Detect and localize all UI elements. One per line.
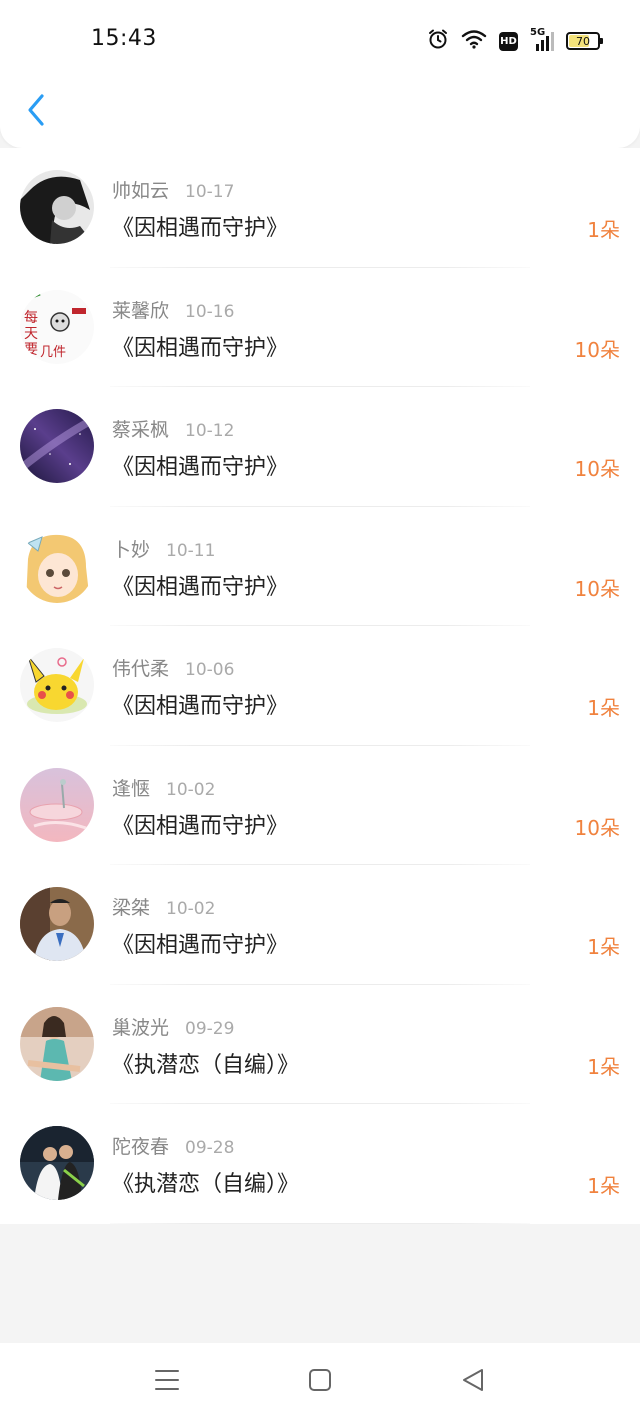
list-item-1[interactable]: 帅如云 10-17 《因相遇而守护》 1朵 (0, 148, 640, 268)
status-icons: HD 5G 70 (427, 27, 603, 54)
list-item-3[interactable]: 蔡采枫 10-12 《因相遇而守护》 10朵 (0, 387, 640, 507)
sender-line: 逢惬 10-02 (112, 774, 215, 801)
sender-line: 巢波光 09-29 (112, 1013, 234, 1040)
flower-count: 10朵 (574, 815, 620, 840)
sender-line: 伟代柔 10-06 (112, 654, 234, 681)
avatar-galaxy[interactable] (20, 409, 94, 483)
divider (110, 1222, 530, 1224)
hd-badge: HD (499, 31, 518, 51)
alarm-icon (427, 28, 449, 54)
sender-name: 伟代柔 (112, 658, 170, 680)
flower-count: 1朵 (587, 935, 620, 959)
flower-count: 10朵 (574, 576, 620, 601)
sender-line: 陀夜春 09-28 (112, 1132, 234, 1159)
sender-name: 卜妙 (112, 538, 151, 561)
sender-line: 梁桀 10-02 (112, 893, 215, 920)
svg-text:几件: 几件 (40, 345, 66, 360)
svg-text:每: 每 (24, 310, 38, 326)
svg-text:要: 要 (24, 342, 38, 358)
chevron-left-icon (26, 93, 46, 131)
sender-name: 梁桀 (112, 897, 151, 919)
work-title[interactable]: 《因相遇而守护》 (112, 927, 288, 959)
sender-line: 莱馨欣 10-16 (112, 296, 234, 323)
flower-count: 10朵 (574, 337, 620, 362)
menu-button[interactable] (152, 1367, 182, 1397)
battery-text: 70 (576, 34, 590, 48)
signal-icon: 5G (530, 27, 554, 52)
gift-list: 帅如云 10-17 《因相遇而守护》 1朵 每天要几件 莱馨欣 10-16 《因相遇… (0, 148, 640, 1224)
sender-line: 卜妙 10-11 (112, 535, 215, 562)
battery-icon: 70 (566, 32, 603, 50)
work-title[interactable]: 《执潜恋（自编）》 (112, 1166, 299, 1198)
sender-name: 莱馨欣 (112, 299, 170, 322)
flower-count: 10朵 (574, 457, 620, 481)
gift-date: 10-02 (166, 779, 216, 800)
flower-count: 1朵 (587, 218, 620, 242)
work-title[interactable]: 《执潜恋（自编）》 (112, 1047, 299, 1079)
avatar-anime-girl[interactable] (20, 528, 94, 603)
home-button[interactable] (305, 1367, 335, 1397)
sender-name: 帅如云 (112, 180, 170, 202)
avatar-woman-photo[interactable] (20, 1006, 94, 1081)
list-item-5[interactable]: 伟代柔 10-06 《因相遇而守护》 1朵 (0, 626, 640, 746)
status-time: 15:43 (91, 26, 157, 51)
list-item-6[interactable]: 逢惬 10-02 《因相遇而守护》 10朵 (0, 746, 640, 865)
wifi-icon (461, 28, 487, 54)
gift-date: 10-02 (166, 899, 216, 919)
flower-count: 1朵 (587, 1054, 620, 1079)
menu-icon (154, 1368, 180, 1396)
work-title[interactable]: 《因相遇而守护》 (112, 449, 288, 481)
sender-line: 蔡采枫 10-12 (112, 415, 234, 442)
avatar-pink-scene[interactable] (20, 767, 94, 842)
avatar-man-photo[interactable] (20, 887, 94, 961)
back-triangle-icon (460, 1367, 486, 1397)
work-title[interactable]: 《因相遇而守护》 (112, 210, 288, 242)
flower-count: 1朵 (587, 1174, 620, 1198)
work-title[interactable]: 《因相遇而守护》 (112, 808, 288, 840)
gift-date: 09-28 (185, 1138, 235, 1158)
avatar-bw-person[interactable] (20, 170, 94, 244)
list-item-7[interactable]: 梁桀 10-02 《因相遇而守护》 1朵 (0, 865, 640, 985)
home-square-icon (307, 1367, 333, 1397)
avatar-pikachu[interactable] (20, 648, 94, 722)
work-title[interactable]: 《因相遇而守护》 (112, 569, 288, 601)
avatar-meme-text[interactable]: 每天要几件 (20, 289, 94, 364)
sender-name: 蔡采枫 (112, 419, 170, 441)
sender-line: 帅如云 10-17 (112, 176, 234, 203)
svg-text:天: 天 (24, 326, 38, 342)
gift-date: 10-17 (185, 182, 235, 202)
sender-name: 巢波光 (112, 1016, 170, 1039)
back-button[interactable] (16, 90, 56, 134)
gift-date: 10-16 (185, 301, 235, 322)
list-item-9[interactable]: 陀夜春 09-28 《执潜恋（自编）》 1朵 (0, 1104, 640, 1224)
work-title[interactable]: 《因相遇而守护》 (112, 330, 288, 362)
flower-count: 1朵 (587, 696, 620, 720)
list-item-4[interactable]: 卜妙 10-11 《因相遇而守护》 10朵 (0, 507, 640, 626)
gift-date: 09-29 (185, 1018, 235, 1039)
gift-date: 10-12 (185, 421, 235, 441)
sender-name: 陀夜春 (112, 1136, 170, 1158)
system-back-button[interactable] (458, 1367, 488, 1397)
gift-date: 10-06 (185, 660, 235, 680)
list-item-2[interactable]: 每天要几件 莱馨欣 10-16 《因相遇而守护》 10朵 (0, 268, 640, 387)
list-item-8[interactable]: 巢波光 09-29 《执潜恋（自编）》 1朵 (0, 985, 640, 1104)
avatar-couple-photo[interactable] (20, 1126, 94, 1200)
gift-date: 10-11 (166, 540, 216, 561)
sender-name: 逢惬 (112, 777, 151, 800)
top-header: 15:43 HD 5G 70 (0, 0, 640, 148)
system-nav-bar (0, 1343, 640, 1422)
work-title[interactable]: 《因相遇而守护》 (112, 688, 288, 720)
